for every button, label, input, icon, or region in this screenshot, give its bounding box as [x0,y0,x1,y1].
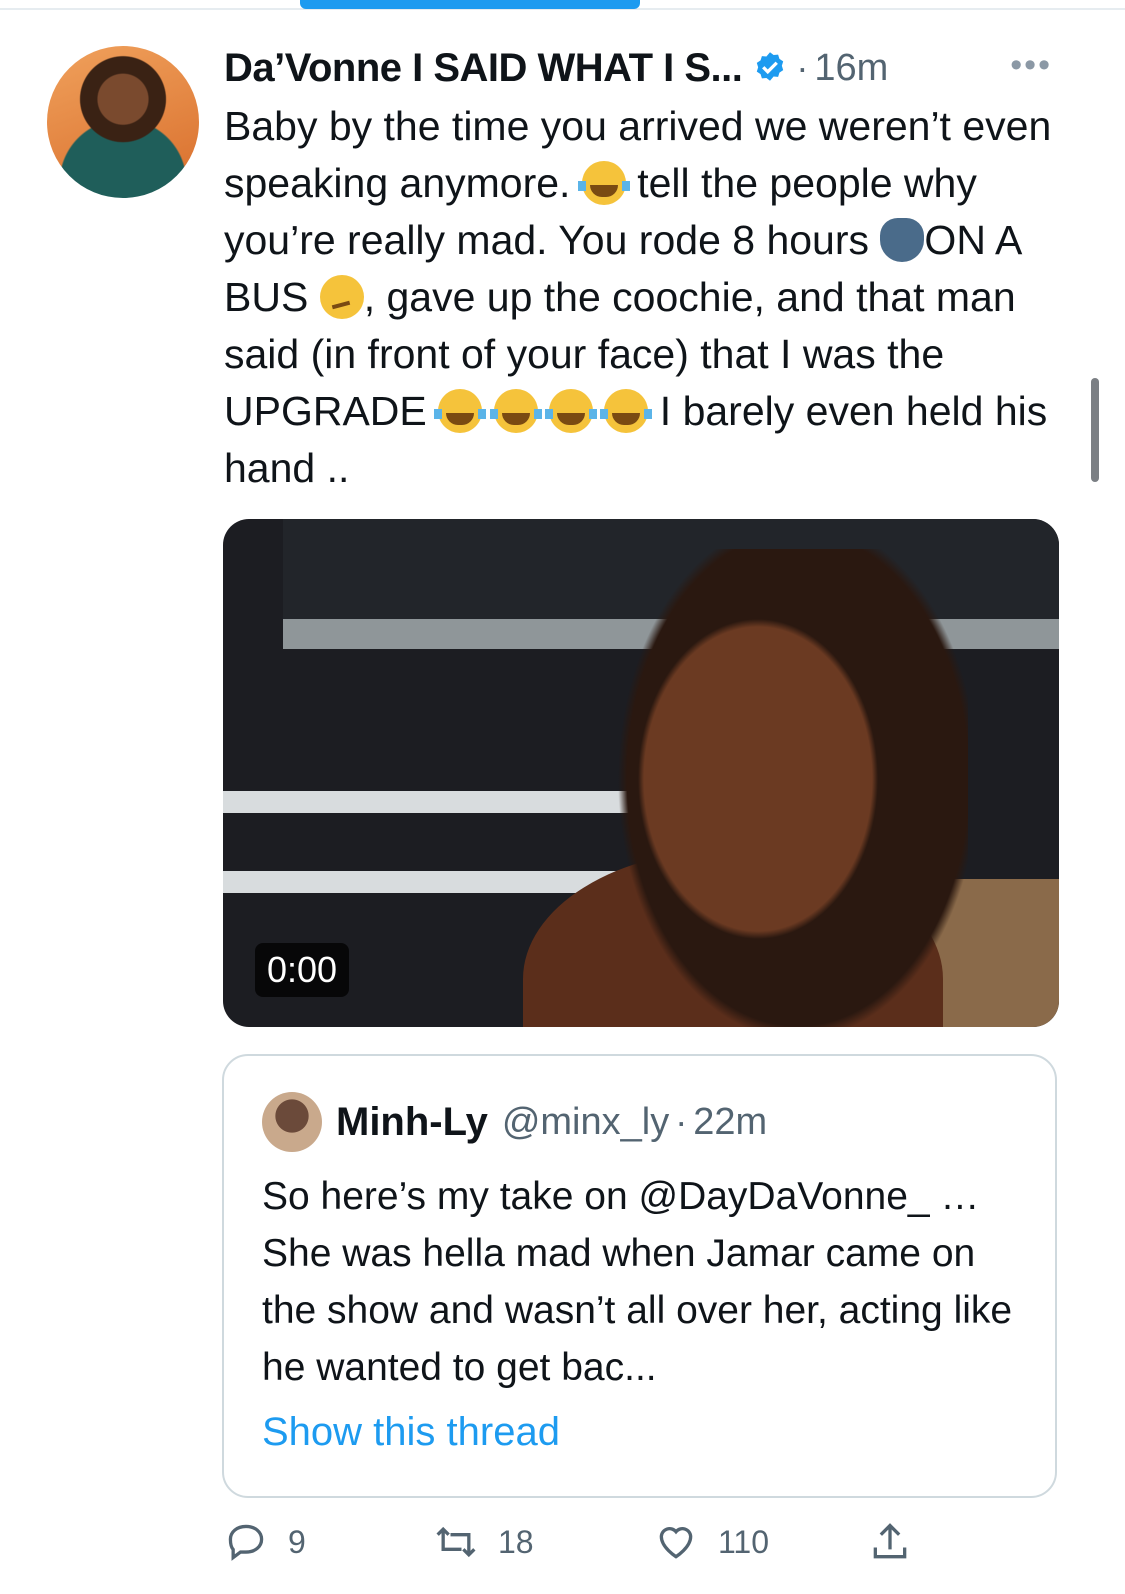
video-player[interactable]: 0:00 [223,519,1059,1027]
like-icon [659,1527,693,1559]
reply-button[interactable]: 9 [224,1520,306,1564]
share-icon [873,1523,907,1559]
tweet-text: Baby by the time you arrived we weren’t … [224,98,1064,497]
separator-dot: · [796,47,809,88]
avatar[interactable] [47,46,199,198]
reply-icon [228,1524,264,1561]
quoted-handle[interactable]: @minx_ly [502,1101,669,1144]
laughing-emoji-icon [577,161,630,205]
tweet-actions: 9 18 110 [224,1520,1064,1580]
quoted-tweet[interactable]: Minh-Ly @minx_ly · 22m So here’s my take… [222,1054,1057,1498]
quoted-avatar[interactable] [262,1092,322,1152]
tweet-timestamp[interactable]: 16m [814,47,888,90]
quoted-display-name[interactable]: Minh-Ly [336,1100,488,1145]
retweet-icon [436,1526,476,1558]
laughing-emoji-icon [600,389,653,433]
woozy-emoji-icon [319,275,364,319]
laughing-emoji-icon [489,389,542,433]
speaking-head-emoji-icon [880,218,925,262]
quoted-tweet-header: Minh-Ly @minx_ly · 22m [262,1092,767,1152]
more-options-icon[interactable]: ••• [1010,46,1052,85]
video-timestamp: 0:00 [255,943,350,997]
active-tab-indicator [300,0,640,9]
laughing-emoji-icon [544,389,597,433]
like-count: 110 [718,1523,770,1560]
retweet-button[interactable]: 18 [434,1520,534,1564]
scrollbar[interactable] [1091,378,1099,482]
tweet-header: Da’Vonne I SAID WHAT I S... · 16m ••• [224,40,1064,96]
show-thread-link[interactable]: Show this thread [262,1410,560,1455]
reply-count: 9 [288,1523,306,1560]
laughing-emoji-icon [434,389,487,433]
quoted-timestamp[interactable]: 22m [693,1101,767,1144]
quoted-tweet-text: So here’s my take on @DayDaVonne_ … She … [262,1175,1013,1389]
retweet-count: 18 [498,1523,534,1560]
share-button[interactable] [868,1520,932,1564]
video-person [608,549,968,1027]
verified-badge-icon [757,52,784,81]
like-button[interactable]: 110 [654,1520,769,1564]
display-name[interactable]: Da’Vonne I SAID WHAT I S... [224,46,743,91]
separator-dot: · [675,1101,688,1142]
